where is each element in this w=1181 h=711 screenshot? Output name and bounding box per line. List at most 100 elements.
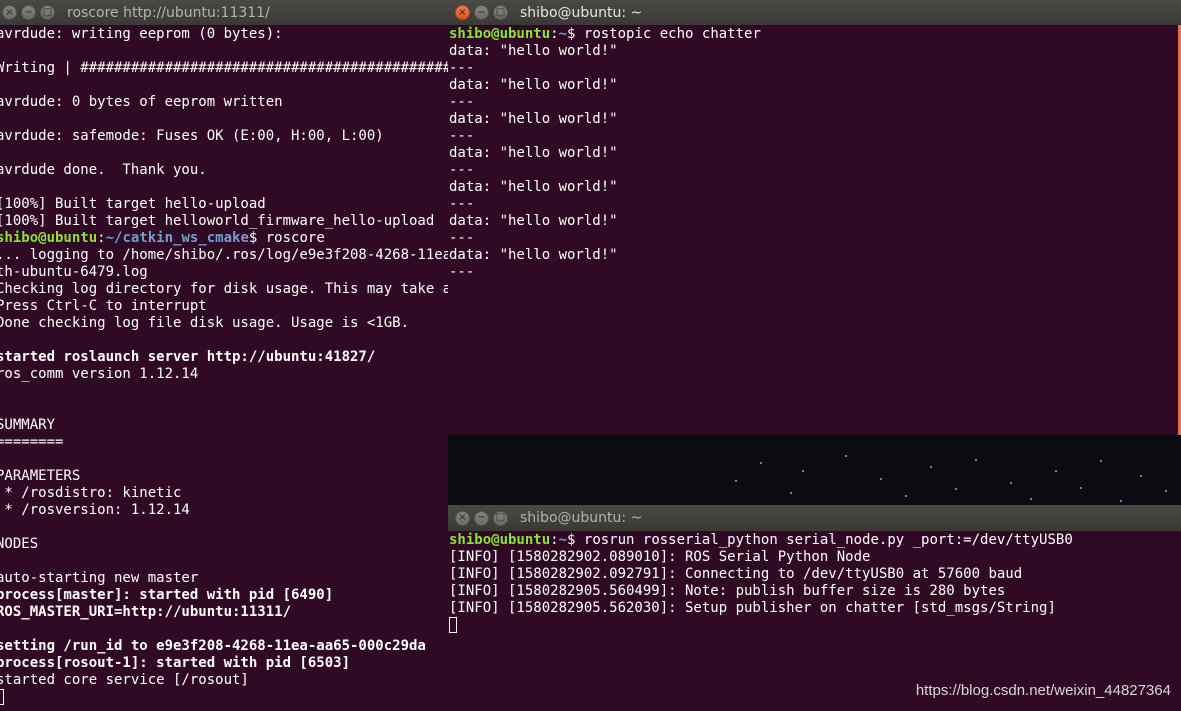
star-dot xyxy=(1010,482,1012,484)
maximize-icon[interactable]: □ xyxy=(493,5,508,20)
terminal-line: data: "hello world!" xyxy=(449,111,1181,128)
minimize-icon[interactable]: − xyxy=(474,5,489,20)
terminal-line: * /rosversion: 1.12.14 xyxy=(0,502,448,519)
terminal-line: [INFO] [1580282905.562030]: Setup publis… xyxy=(449,600,1181,617)
terminal-line: [INFO] [1580282902.092791]: Connecting t… xyxy=(449,566,1181,583)
star-dot xyxy=(880,478,882,480)
terminal-text: [100%] Built target helloworld_firmware_… xyxy=(0,213,435,229)
terminal-text: data: "hello world!" xyxy=(449,179,618,195)
terminal-line: Done checking log file disk usage. Usage… xyxy=(0,315,448,332)
terminal-line: Writing | ##############################… xyxy=(0,60,448,77)
terminal-text: Press Ctrl-C to interrupt xyxy=(0,298,207,314)
terminal-line: avrdude: safemode: Fuses OK (E:00, H:00,… xyxy=(0,128,448,145)
terminal-line: data: "hello world!" xyxy=(449,43,1181,60)
terminal-text: process[rosout-1]: started with pid [650… xyxy=(0,655,351,671)
rosserial-titlebar[interactable]: × − □ shibo@ubuntu: ~ xyxy=(448,505,1181,531)
star-dot xyxy=(1165,490,1167,492)
star-dot xyxy=(905,495,907,497)
terminal-line: * /rosdistro: kinetic xyxy=(0,485,448,502)
terminal-text: ROS_MASTER_URI=http://ubuntu:11311/ xyxy=(0,604,292,620)
terminal-text: avrdude: safemode: Fuses OK (E:00, H:00,… xyxy=(0,128,384,144)
window-title: shibo@ubuntu: ~ xyxy=(520,4,643,21)
terminal-lines: shibo@ubuntu:~$ rostopic echo chatter dat… xyxy=(448,25,1181,281)
terminal-line: --- xyxy=(449,94,1181,111)
rostopic-titlebar[interactable]: × − □ shibo@ubuntu: ~ xyxy=(448,0,1181,25)
terminal-text: --- xyxy=(449,94,475,110)
maximize-icon[interactable]: □ xyxy=(40,5,55,20)
rosserial-terminal-window[interactable]: × − □ shibo@ubuntu: ~ shibo@ubuntu:~$ ro… xyxy=(448,505,1181,711)
terminal-text: : xyxy=(550,26,559,42)
close-icon[interactable]: × xyxy=(2,5,17,20)
terminal-text: SUMMARY xyxy=(0,417,56,433)
prompt-user: shibo@ubuntu xyxy=(449,532,551,548)
prompt-path: ~ xyxy=(558,532,568,548)
terminal-text: : xyxy=(97,230,106,246)
terminal-text: data: "hello world!" xyxy=(449,43,618,59)
terminal-line: [100%] Built target helloworld_firmware_… xyxy=(0,213,448,230)
rostopic-terminal-window[interactable]: × − □ shibo@ubuntu: ~ shibo@ubuntu:~$ ro… xyxy=(448,0,1181,435)
terminal-lines: shibo@ubuntu:~$ rosrun rosserial_python … xyxy=(448,531,1181,634)
terminal-text: * /rosversion: 1.12.14 xyxy=(0,502,190,518)
terminal-text: avrdude: 0 bytes of eeprom written xyxy=(0,94,283,110)
text-cursor xyxy=(449,617,457,633)
terminal-text: Writing | ##############################… xyxy=(0,60,448,76)
terminal-text: $ roscore xyxy=(248,230,325,246)
terminal-text: [INFO] [1580282905.562030]: Setup publis… xyxy=(449,600,1056,616)
terminal-text: Done checking log file disk usage. Usage… xyxy=(0,315,410,331)
terminal-text: --- xyxy=(449,196,475,212)
terminal-line: Press Ctrl-C to interrupt xyxy=(0,298,448,315)
maximize-icon[interactable]: □ xyxy=(493,510,508,526)
roscore-titlebar[interactable]: × − □ roscore http://ubuntu:11311/ xyxy=(0,0,448,25)
terminal-line: process[rosout-1]: started with pid [650… xyxy=(0,655,448,672)
minimize-icon[interactable]: − xyxy=(474,510,489,526)
terminal-text: process[master]: started with pid [6490] xyxy=(0,587,334,603)
terminal-line: data: "hello world!" xyxy=(449,247,1181,264)
terminal-line: --- xyxy=(449,60,1181,77)
terminal-lines: avrdude: writing eeprom (0 bytes): Writin… xyxy=(0,25,448,706)
close-icon[interactable]: × xyxy=(455,510,470,526)
roscore-terminal-output[interactable]: avrdude: writing eeprom (0 bytes): Writin… xyxy=(0,25,448,711)
terminal-line: shibo@ubuntu:~/catkin_ws_cmake$ roscore xyxy=(0,230,448,247)
prompt-path: ~ xyxy=(558,26,568,42)
terminal-line: --- xyxy=(449,128,1181,145)
terminal-text: $ rosrun rosserial_python serial_node.py… xyxy=(567,532,1073,548)
terminal-line: data: "hello world!" xyxy=(449,213,1181,230)
star-dot xyxy=(1120,500,1122,502)
rostopic-terminal-output[interactable]: shibo@ubuntu:~$ rostopic echo chatter dat… xyxy=(448,25,1181,435)
terminal-text: ======== xyxy=(0,434,64,450)
terminal-text: data: "hello world!" xyxy=(449,213,618,229)
close-icon[interactable]: × xyxy=(455,5,470,20)
terminal-line: started roslaunch server http://ubuntu:4… xyxy=(0,349,448,366)
star-dot xyxy=(735,480,737,482)
terminal-line: setting /run_id to e9e3f208-4268-11ea-aa… xyxy=(0,638,448,655)
terminal-text: [INFO] [1580282902.092791]: Connecting t… xyxy=(449,566,1023,582)
prompt-path: ~/catkin_ws_cmake xyxy=(105,230,249,246)
terminal-text: th-ubuntu-6479.log xyxy=(0,264,148,280)
terminal-text: avrdude: writing eeprom (0 bytes): xyxy=(0,26,283,42)
terminal-text: * /rosdistro: kinetic xyxy=(0,485,182,501)
terminal-text: --- xyxy=(449,230,475,246)
terminal-line: [100%] Built target hello-upload xyxy=(0,196,448,213)
terminal-line: avrdude: writing eeprom (0 bytes): xyxy=(0,26,448,43)
roscore-terminal-window[interactable]: × − □ roscore http://ubuntu:11311/ avrdu… xyxy=(0,0,448,711)
window-title: shibo@ubuntu: ~ xyxy=(520,510,643,526)
star-dot xyxy=(1030,498,1032,500)
terminal-text: started roslaunch server http://ubuntu:4… xyxy=(0,349,376,365)
star-dot xyxy=(1140,475,1142,477)
terminal-line: NODES xyxy=(0,536,448,553)
terminal-line: shibo@ubuntu:~$ rostopic echo chatter xyxy=(449,26,1181,43)
star-dot xyxy=(975,459,977,461)
terminal-text: [INFO] [1580282902.089010]: ROS Serial P… xyxy=(449,549,871,565)
terminal-text: [INFO] [1580282905.560499]: Note: publis… xyxy=(449,583,1006,599)
terminal-line: th-ubuntu-6479.log xyxy=(0,264,448,281)
terminal-text: data: "hello world!" xyxy=(449,111,618,127)
minimize-icon[interactable]: − xyxy=(21,5,36,20)
terminal-text: PARAMETERS xyxy=(0,468,81,484)
terminal-line: --- xyxy=(449,230,1181,247)
